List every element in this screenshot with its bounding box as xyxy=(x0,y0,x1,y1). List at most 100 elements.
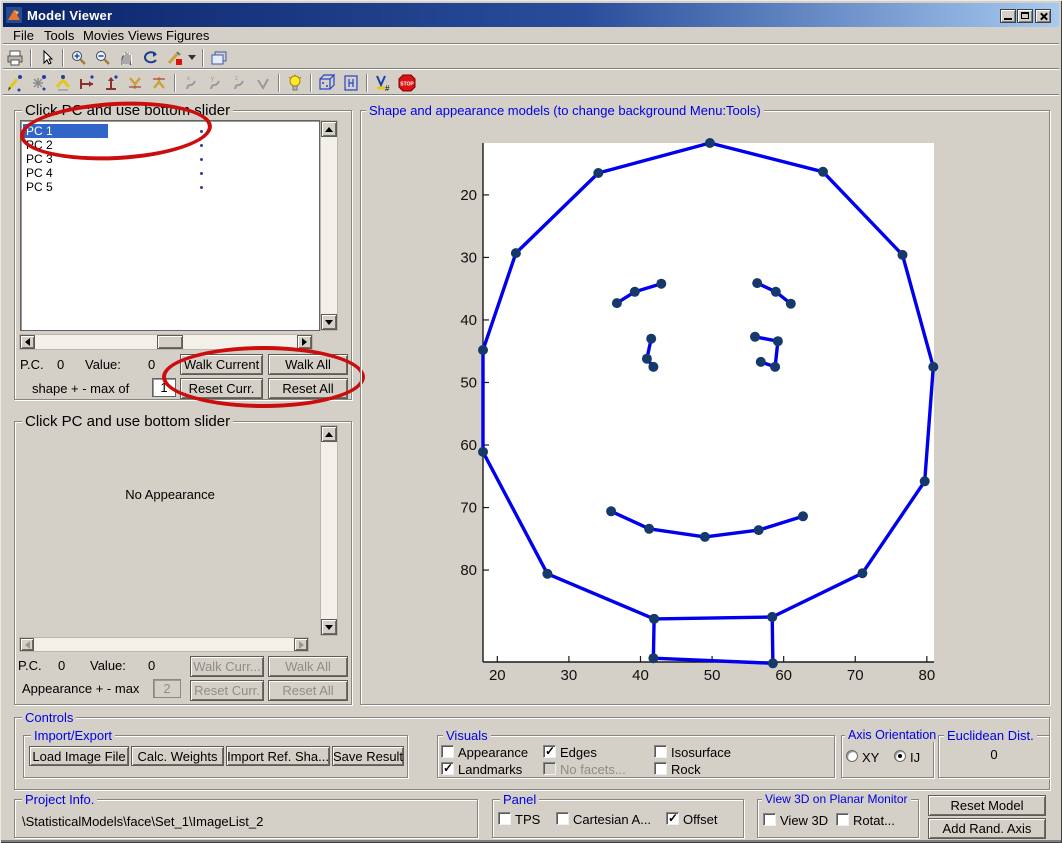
appearance-pc-title: Click PC and use bottom slider xyxy=(22,413,233,430)
pc-number: 0 xyxy=(57,357,64,372)
no-facets-checkbox xyxy=(543,762,556,775)
svg-text:y: y xyxy=(211,76,214,82)
visuals-title: Visuals xyxy=(443,728,491,743)
value-label: Value: xyxy=(85,357,121,372)
project-info-title: Project Info. xyxy=(22,792,97,807)
translate-x-icon[interactable] xyxy=(75,72,99,94)
landmark-points-icon[interactable] xyxy=(27,72,51,94)
value-number: 0 xyxy=(148,357,155,372)
landmark-number-icon[interactable]: # xyxy=(371,72,395,94)
edges-checkbox-label: Edges xyxy=(560,745,597,760)
svg-text:60: 60 xyxy=(460,437,477,454)
scroll-down-button[interactable] xyxy=(321,314,337,330)
slider-right-button[interactable] xyxy=(297,335,312,349)
isosurface-checkbox[interactable] xyxy=(654,745,667,758)
landmark-angle-icon[interactable] xyxy=(51,72,75,94)
annotation-ellipse-walk-buttons xyxy=(162,346,365,408)
walk-current-button-disabled: Walk Curr... xyxy=(190,656,264,677)
slider-left-button[interactable] xyxy=(20,335,35,349)
menu-views[interactable]: Views xyxy=(128,28,162,43)
menu-file[interactable]: File xyxy=(13,28,34,43)
window-title: Model Viewer xyxy=(27,8,112,23)
euclidean-title: Euclidean Dist. xyxy=(944,728,1037,743)
cartesian-checkbox[interactable] xyxy=(556,812,569,825)
landmarks-checkbox[interactable] xyxy=(441,762,454,775)
cube-solid-icon[interactable] xyxy=(315,72,339,94)
pan-hand-icon[interactable] xyxy=(115,47,139,69)
view3d-checkbox-label: View 3D xyxy=(780,813,828,828)
offset-checkbox[interactable] xyxy=(666,812,679,825)
curve-y-icon[interactable]: y xyxy=(203,72,227,94)
zoom-in-icon[interactable] xyxy=(67,47,91,69)
translate-y-icon[interactable] xyxy=(99,72,123,94)
scroll-up-button[interactable] xyxy=(321,426,337,442)
pc-list-item-4[interactable]: PC 4 xyxy=(23,166,53,180)
walk-all-button-disabled: Walk All xyxy=(268,656,348,677)
calc-weights-button[interactable]: Calc. Weights xyxy=(131,746,224,766)
curve-v-icon[interactable] xyxy=(251,72,275,94)
tps-checkbox-label: TPS xyxy=(515,812,540,827)
landmark-pen-icon[interactable] xyxy=(3,72,27,94)
tps-checkbox[interactable] xyxy=(498,812,511,825)
brush-colors-icon[interactable] xyxy=(163,47,187,69)
edges-checkbox[interactable] xyxy=(543,745,556,758)
pc-label: P.C. xyxy=(18,658,42,673)
menu-tools[interactable]: Tools xyxy=(44,28,74,43)
new-figure-icon[interactable] xyxy=(207,47,231,69)
xy-radio[interactable] xyxy=(846,750,858,762)
reset-all-button-disabled: Reset All xyxy=(268,680,348,701)
maximize-button[interactable] xyxy=(1017,9,1033,23)
curve-z-icon[interactable]: z xyxy=(227,72,251,94)
menu-movies[interactable]: Movies xyxy=(83,28,124,43)
model-viewer-window: Model Viewer File Tools Movies Views Fig… xyxy=(0,0,1062,843)
import-ref-button[interactable]: Import Ref. Sha... xyxy=(226,746,330,766)
load-image-button[interactable]: Load Image File xyxy=(29,746,129,766)
svg-text:40: 40 xyxy=(460,312,477,329)
view3d-checkbox[interactable] xyxy=(763,813,776,826)
scroll-down-button[interactable] xyxy=(321,619,337,635)
no-appearance-text: No Appearance xyxy=(90,487,250,502)
svg-text:30: 30 xyxy=(561,667,578,684)
svg-text:70: 70 xyxy=(460,500,477,517)
model-plot-canvas[interactable]: 2030405060708020304050607080 xyxy=(440,133,1052,685)
tools-toolbar: x y z # STOP xyxy=(3,70,1059,95)
svg-text:STOP: STOP xyxy=(400,81,414,87)
close-button[interactable] xyxy=(1035,9,1051,23)
value-number: 0 xyxy=(148,658,155,673)
save-result-button[interactable]: Save Result xyxy=(332,746,404,766)
scroll-up-button[interactable] xyxy=(321,121,337,137)
appearance-pc-slider xyxy=(19,637,309,652)
appearance-checkbox[interactable] xyxy=(441,745,454,758)
pc-item-value-dot xyxy=(200,158,203,161)
rock-checkbox[interactable] xyxy=(654,762,667,775)
add-rand-axis-button[interactable]: Add Rand. Axis xyxy=(928,818,1046,839)
pc-list-vscrollbar[interactable] xyxy=(320,120,338,331)
menu-figures[interactable]: Figures xyxy=(166,28,209,43)
spread-down-icon[interactable] xyxy=(123,72,147,94)
slider-thumb[interactable] xyxy=(157,335,183,349)
ij-radio[interactable] xyxy=(894,750,906,762)
zoom-out-icon[interactable] xyxy=(91,47,115,69)
reset-model-button[interactable]: Reset Model xyxy=(928,795,1046,816)
spread-up-icon[interactable] xyxy=(147,72,171,94)
svg-text:40: 40 xyxy=(632,667,649,684)
brush-dropdown-icon[interactable] xyxy=(187,47,199,69)
light-bulb-icon[interactable] xyxy=(283,72,307,94)
curve-x-icon[interactable]: x xyxy=(179,72,203,94)
minimize-button[interactable] xyxy=(1000,9,1016,23)
pc-list-item-5[interactable]: PC 5 xyxy=(23,180,53,194)
pc-label: P.C. xyxy=(20,357,44,372)
stop-icon[interactable]: STOP xyxy=(395,72,419,94)
appearance-list-vscrollbar[interactable] xyxy=(320,425,338,636)
rotate-3d-icon[interactable] xyxy=(139,47,163,69)
cube-wire-icon[interactable] xyxy=(339,72,363,94)
offset-checkbox-label: Offset xyxy=(683,812,717,827)
print-icon[interactable] xyxy=(3,47,27,69)
cartesian-checkbox-label: Cartesian A... xyxy=(573,812,651,827)
cursor-icon[interactable] xyxy=(35,47,59,69)
rotate-checkbox[interactable] xyxy=(836,813,849,826)
title-bar[interactable]: Model Viewer xyxy=(3,3,1059,27)
appearance-max-field: 2 xyxy=(153,679,181,698)
appearance-max-label: Appearance + - max xyxy=(22,681,139,696)
plot-title: Shape and appearance models (to change b… xyxy=(366,103,764,118)
